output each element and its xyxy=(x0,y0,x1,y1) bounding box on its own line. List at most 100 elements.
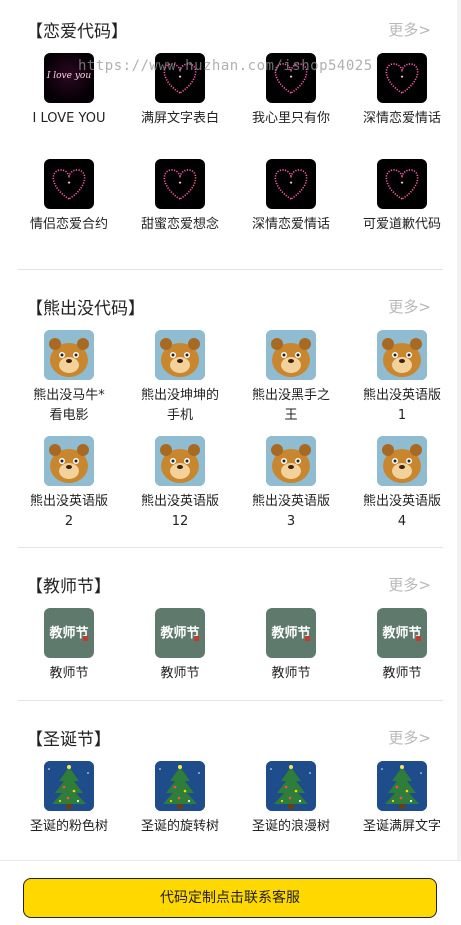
item-label: 教师节 xyxy=(382,666,422,681)
contact-service-button[interactable]: 代码定制点击联系客服 xyxy=(23,878,437,918)
pink-heart-thumb: ♥ xyxy=(155,159,205,209)
code-item[interactable]: 熊出没英语版12 xyxy=(127,436,233,532)
code-item[interactable]: 教师节 教师节 xyxy=(349,608,455,684)
item-label: 教师节 xyxy=(49,666,89,681)
item-label: 熊出没英语版12 xyxy=(141,494,220,529)
section-divider xyxy=(18,269,443,270)
page: 【恋爱代码】 更多> I love you I LOVE YOU ♥ 满屏文字表白 ♥ 我… xyxy=(0,0,461,925)
seal-mark xyxy=(83,636,88,641)
code-item[interactable]: 教师节 教师节 xyxy=(16,608,122,684)
bear-thumb xyxy=(44,330,94,380)
item-label: 熊出没坤坤的手机 xyxy=(141,388,220,423)
code-item[interactable]: 熊出没坤坤的手机 xyxy=(127,330,233,426)
svg-text:♥: ♥ xyxy=(68,181,71,185)
section-teachers-day: 【教师节】 更多> 教师节 教师节 教师节 教师节 教师节 教师节 教师节 教师节 xyxy=(18,561,443,691)
item-label: 圣诞的粉色树 xyxy=(30,819,109,834)
section-love-code: 【恋爱代码】 更多> I love you I LOVE YOU ♥ 满屏文字表白 ♥ 我… xyxy=(18,6,443,261)
bear-thumb xyxy=(377,330,427,380)
teachers-day-thumb: 教师节 xyxy=(44,608,94,658)
seal-mark xyxy=(416,636,421,641)
item-label: 情侣恋爱合约 xyxy=(30,217,109,232)
more-link[interactable]: 更多> xyxy=(388,727,431,748)
scrollbar[interactable] xyxy=(457,0,461,860)
teachers-day-thumb: 教师节 xyxy=(377,608,427,658)
svg-text:♥: ♥ xyxy=(290,75,293,79)
code-item[interactable]: ♥ 情侣恋爱合约 xyxy=(16,159,122,235)
watermark: https://www.huzhan.com/ishop54025 xyxy=(78,58,373,74)
pink-heart-thumb: ♥ xyxy=(44,159,94,209)
seal-mark xyxy=(194,636,199,641)
code-item[interactable]: 圣诞的粉色树 xyxy=(16,761,122,837)
section-header: 【圣诞节】 更多> xyxy=(18,714,443,752)
code-item[interactable]: ♥ 甜蜜恋爱想念 xyxy=(127,159,233,235)
svg-text:♥: ♥ xyxy=(179,75,182,79)
section-title: 【恋爱代码】 xyxy=(26,22,128,42)
more-link[interactable]: 更多> xyxy=(388,574,431,595)
bear-thumb xyxy=(155,436,205,486)
item-label: I LOVE YOU xyxy=(32,111,106,126)
christmas-tree-thumb xyxy=(44,761,94,811)
item-label: 甜蜜恋爱想念 xyxy=(141,217,220,232)
christmas-tree-thumb xyxy=(266,761,316,811)
code-item[interactable]: 熊出没马牛*看电影 xyxy=(16,330,122,426)
code-item[interactable]: 熊出没黑手之王 xyxy=(238,330,344,426)
more-link[interactable]: 更多> xyxy=(388,19,431,40)
code-item[interactable]: 教师节 教师节 xyxy=(127,608,233,684)
code-item[interactable]: 圣诞的旋转树 xyxy=(127,761,233,837)
section-bear-code: 【熊出没代码】 更多> 熊出没马牛*看电影 熊出没坤坤的手机 熊出没黑手之王 熊出没英… xyxy=(18,283,443,538)
item-label: 圣诞满屏文字 xyxy=(363,819,442,834)
section-title: 【教师节】 xyxy=(26,577,111,597)
item-grid: I love you I LOVE YOU ♥ 满屏文字表白 ♥ 我心里只有你 ♥ 深情恋爱情… xyxy=(18,53,443,263)
code-item[interactable]: 熊出没英语版4 xyxy=(349,436,455,532)
pink-heart-thumb: ♥ xyxy=(377,159,427,209)
code-item[interactable]: ♥ 可爱道歉代码 xyxy=(349,159,455,235)
item-label: 我心里只有你 xyxy=(252,111,331,126)
item-label: 可爱道歉代码 xyxy=(363,217,442,232)
section-header: 【教师节】 更多> xyxy=(18,561,443,599)
section-header: 【熊出没代码】 更多> xyxy=(18,283,443,321)
item-label: 圣诞的浪漫树 xyxy=(252,819,331,834)
bear-thumb xyxy=(377,436,427,486)
teachers-day-thumb: 教师节 xyxy=(266,608,316,658)
pink-heart-thumb: ♥ xyxy=(266,159,316,209)
item-label: 教师节 xyxy=(160,666,200,681)
bear-thumb xyxy=(266,330,316,380)
bear-thumb xyxy=(155,330,205,380)
section-header: 【恋爱代码】 更多> xyxy=(18,6,443,44)
christmas-tree-thumb xyxy=(155,761,205,811)
code-item[interactable]: 圣诞满屏文字 xyxy=(349,761,455,837)
bear-thumb xyxy=(44,436,94,486)
svg-text:♥: ♥ xyxy=(401,75,404,79)
christmas-tree-thumb xyxy=(377,761,427,811)
code-item[interactable]: 圣诞的浪漫树 xyxy=(238,761,344,837)
item-label: 熊出没马牛*看电影 xyxy=(33,388,105,423)
bear-thumb xyxy=(266,436,316,486)
pink-heart-thumb: ♥ xyxy=(377,53,427,103)
item-label: 熊出没黑手之王 xyxy=(252,388,331,423)
bottom-bar: 代码定制点击联系客服 xyxy=(0,860,461,925)
section-divider xyxy=(18,547,443,548)
code-item[interactable]: 熊出没英语版1 xyxy=(349,330,455,426)
item-label: 深情恋爱情话 xyxy=(363,111,442,126)
item-label: 满屏文字表白 xyxy=(141,111,220,126)
code-item[interactable]: ♥ 深情恋爱情话 xyxy=(238,159,344,235)
item-label: 熊出没英语版1 xyxy=(363,388,442,423)
item-label: 教师节 xyxy=(271,666,311,681)
svg-text:♥: ♥ xyxy=(179,181,182,185)
item-grid: 教师节 教师节 教师节 教师节 教师节 教师节 教师节 教师节 xyxy=(18,608,443,688)
code-item[interactable]: 熊出没英语版3 xyxy=(238,436,344,532)
section-christmas: 【圣诞节】 更多> 圣诞的粉色树 圣诞的旋转树 圣诞的浪漫树 圣诞满屏文字 xyxy=(18,714,443,860)
item-grid: 熊出没马牛*看电影 熊出没坤坤的手机 熊出没黑手之王 熊出没英语版1 熊出没英语版2 熊出… xyxy=(18,330,443,540)
item-label: 熊出没英语版2 xyxy=(30,494,109,529)
more-link[interactable]: 更多> xyxy=(388,296,431,317)
svg-text:♥: ♥ xyxy=(401,181,404,185)
code-item[interactable]: 教师节 教师节 xyxy=(238,608,344,684)
svg-text:♥: ♥ xyxy=(290,181,293,185)
item-label: 圣诞的旋转树 xyxy=(141,819,220,834)
item-grid: 圣诞的粉色树 圣诞的旋转树 圣诞的浪漫树 圣诞满屏文字 xyxy=(18,761,443,861)
section-title: 【圣诞节】 xyxy=(26,730,111,750)
code-item[interactable]: 熊出没英语版2 xyxy=(16,436,122,532)
section-divider xyxy=(18,700,443,701)
item-label: 熊出没英语版4 xyxy=(363,494,442,529)
section-title: 【熊出没代码】 xyxy=(26,299,145,319)
